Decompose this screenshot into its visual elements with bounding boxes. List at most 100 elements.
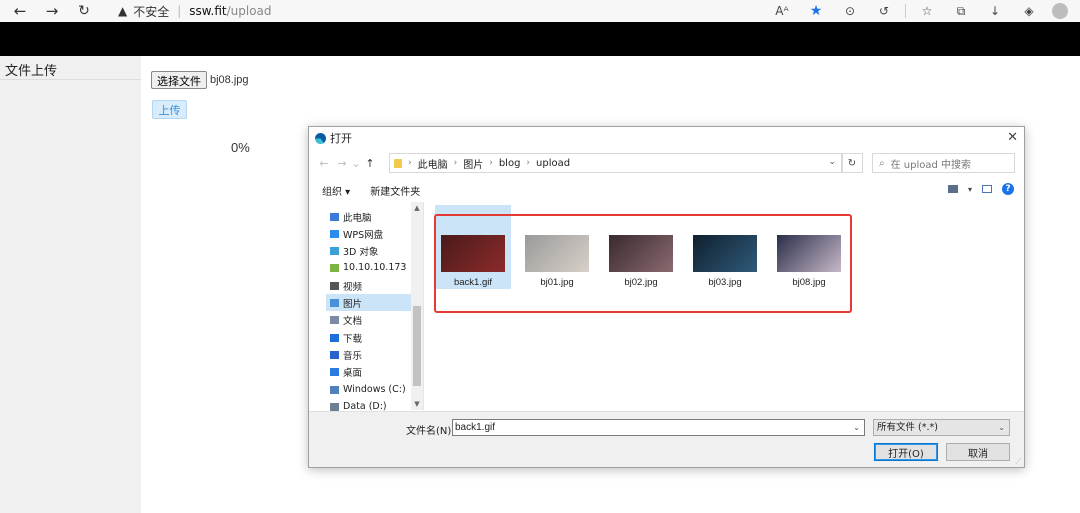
up-folder-icon[interactable]: ↑ xyxy=(361,157,379,170)
breadcrumb-item-blog[interactable]: blog xyxy=(499,158,521,169)
scroll-thumb[interactable] xyxy=(413,306,421,386)
nav-item[interactable]: 下载 xyxy=(326,329,422,346)
filetype-select[interactable]: 所有文件 (*.*) ⌄ xyxy=(873,419,1010,436)
site-header xyxy=(0,22,1080,56)
nav-item-label: 桌面 xyxy=(343,367,363,379)
drive-c-icon xyxy=(330,385,339,394)
nav-item[interactable]: 文档 xyxy=(326,311,422,328)
toolbar-divider xyxy=(905,4,906,18)
refresh-button[interactable]: ↻ xyxy=(841,153,863,173)
search-input[interactable]: ⌕ 在 upload 中搜索 xyxy=(872,153,1015,173)
address-bar[interactable]: ▲ 不安全 | ssw.fit/upload xyxy=(118,2,272,20)
nav-item[interactable]: 图片 xyxy=(326,294,422,311)
dialog-titlebar: 打开 xyxy=(309,127,1024,149)
documents-icon xyxy=(330,315,339,324)
cloud-icon xyxy=(330,229,339,238)
back-icon[interactable]: ← xyxy=(8,2,32,20)
pictures-icon xyxy=(330,298,339,307)
breadcrumb-item-this-pc[interactable]: 此电脑 xyxy=(418,156,448,171)
view-mode-icon[interactable] xyxy=(947,185,958,193)
refresh-sync-icon[interactable]: ↺ xyxy=(867,1,901,21)
forward-icon[interactable]: → xyxy=(333,157,351,170)
breadcrumb-separator: › xyxy=(489,158,493,168)
preview-pane-icon[interactable] xyxy=(982,185,992,193)
chevron-down-icon[interactable]: ⌄ xyxy=(853,420,860,435)
read-aloud-icon[interactable]: Aᴬ xyxy=(765,1,799,21)
nav-item[interactable]: 桌面 xyxy=(326,363,422,380)
reload-icon[interactable]: ↻ xyxy=(72,2,96,20)
nav-item-label: 音乐 xyxy=(343,350,363,362)
dialog-navigation: ← → ⌄ ↑ › 此电脑 › 图片 › blog › upload ⌄ ↻ ⌕… xyxy=(309,151,1024,175)
computer-icon xyxy=(330,212,339,221)
network-drive-icon xyxy=(330,263,339,272)
resize-grip-icon[interactable]: ⋰ xyxy=(1015,457,1022,465)
filename-label: 文件名(N): xyxy=(406,426,455,437)
favorite-star-icon[interactable]: ★ xyxy=(799,1,833,21)
nav-item[interactable]: 10.10.10.173 xyxy=(326,259,422,276)
breadcrumb-separator: › xyxy=(453,158,458,168)
profile-avatar[interactable] xyxy=(1052,3,1068,19)
view-controls: ▾ ? xyxy=(947,183,1014,195)
breadcrumb-item-upload[interactable]: upload xyxy=(536,158,570,169)
url-path: /upload xyxy=(226,4,272,18)
upload-button[interactable]: 上传 xyxy=(152,100,187,119)
new-folder-button[interactable]: 新建文件夹 xyxy=(370,183,420,198)
nav-item[interactable]: Windows (C:) xyxy=(326,381,422,398)
open-file-dialog: 打开 ✕ ← → ⌄ ↑ › 此电脑 › 图片 › blog › upload … xyxy=(308,126,1025,468)
3d-objects-icon xyxy=(330,246,339,255)
choose-file-button[interactable]: 选择文件 xyxy=(151,71,207,89)
scroll-up-icon[interactable]: ▲ xyxy=(411,202,423,214)
progress-text: 0% xyxy=(231,140,250,155)
drive-d-icon xyxy=(330,402,339,411)
selected-file-name: bj08.jpg xyxy=(210,74,249,86)
nav-item[interactable]: 音乐 xyxy=(326,346,422,363)
nav-item[interactable]: WPS网盘 xyxy=(326,225,422,242)
browser-toolbar: ← → ↻ ▲ 不安全 | ssw.fit/upload Aᴬ ★ ⊙ ↺ ☆ … xyxy=(0,0,1080,22)
breadcrumb-item-pictures[interactable]: 图片 xyxy=(463,156,483,171)
collections-icon[interactable]: ⧉ xyxy=(944,1,978,21)
breadcrumb[interactable]: › 此电脑 › 图片 › blog › upload ⌄ xyxy=(389,153,843,173)
nav-scrollbar[interactable]: ▲ ▼ xyxy=(411,202,423,410)
nav-item-label: Windows (C:) xyxy=(343,384,406,395)
file-input-row: 选择文件 bj08.jpg xyxy=(151,71,249,89)
organize-menu[interactable]: 组织 ▾ xyxy=(322,183,350,198)
chevron-down-icon[interactable]: ⌄ xyxy=(828,157,836,167)
chevron-down-icon[interactable]: ▾ xyxy=(968,185,972,194)
command-bar: 组织 ▾ 新建文件夹 ▾ ? xyxy=(309,179,1024,201)
warning-icon: ▲ xyxy=(118,4,128,18)
downloads-icon[interactable]: ↓ xyxy=(978,1,1012,21)
left-sidebar: 文件上传 xyxy=(0,56,141,513)
highlight-box xyxy=(434,214,852,313)
nav-item-label: WPS网盘 xyxy=(343,229,384,241)
filetype-value: 所有文件 (*.*) xyxy=(877,422,938,433)
cancel-button[interactable]: 取消 xyxy=(946,443,1010,461)
nav-item-label: 视频 xyxy=(343,281,363,293)
favorites-list-icon[interactable]: ☆ xyxy=(910,1,944,21)
nav-item[interactable]: 此电脑 xyxy=(326,208,422,225)
nav-item[interactable]: 视频 xyxy=(326,277,422,294)
video-icon xyxy=(330,281,339,290)
help-icon[interactable]: ? xyxy=(1002,183,1014,195)
nav-item-label: 文档 xyxy=(343,315,363,327)
recent-dropdown-icon[interactable]: ⌄ xyxy=(351,157,361,170)
edge-browser-icon xyxy=(315,132,326,144)
url-host: ssw.fit xyxy=(189,4,227,18)
forward-icon[interactable]: → xyxy=(40,2,64,20)
filename-field[interactable]: back1.gif ⌄ xyxy=(452,419,865,436)
security-shield-icon[interactable]: ◈ xyxy=(1012,1,1046,21)
back-icon[interactable]: ← xyxy=(315,157,333,170)
browser-actions: Aᴬ ★ ⊙ ↺ ☆ ⧉ ↓ ◈ xyxy=(765,0,1074,22)
nav-item-label: 3D 对象 xyxy=(343,246,379,258)
sidebar-title[interactable]: 文件上传 xyxy=(0,56,141,80)
nav-item[interactable]: 3D 对象 xyxy=(326,242,422,259)
search-placeholder: 在 upload 中搜索 xyxy=(890,159,972,171)
desktop-icon xyxy=(330,367,339,376)
open-button[interactable]: 打开(O) xyxy=(874,443,938,461)
extension-icon[interactable]: ⊙ xyxy=(833,1,867,21)
dialog-footer: 文件名(N): back1.gif ⌄ 所有文件 (*.*) ⌄ 打开(O) 取… xyxy=(309,411,1024,467)
close-icon[interactable]: ✕ xyxy=(1007,130,1018,145)
breadcrumb-separator: › xyxy=(408,158,412,168)
scroll-down-icon[interactable]: ▼ xyxy=(411,398,423,410)
chevron-down-icon[interactable]: ⌄ xyxy=(998,420,1005,435)
nav-item-label: 下载 xyxy=(343,333,363,345)
